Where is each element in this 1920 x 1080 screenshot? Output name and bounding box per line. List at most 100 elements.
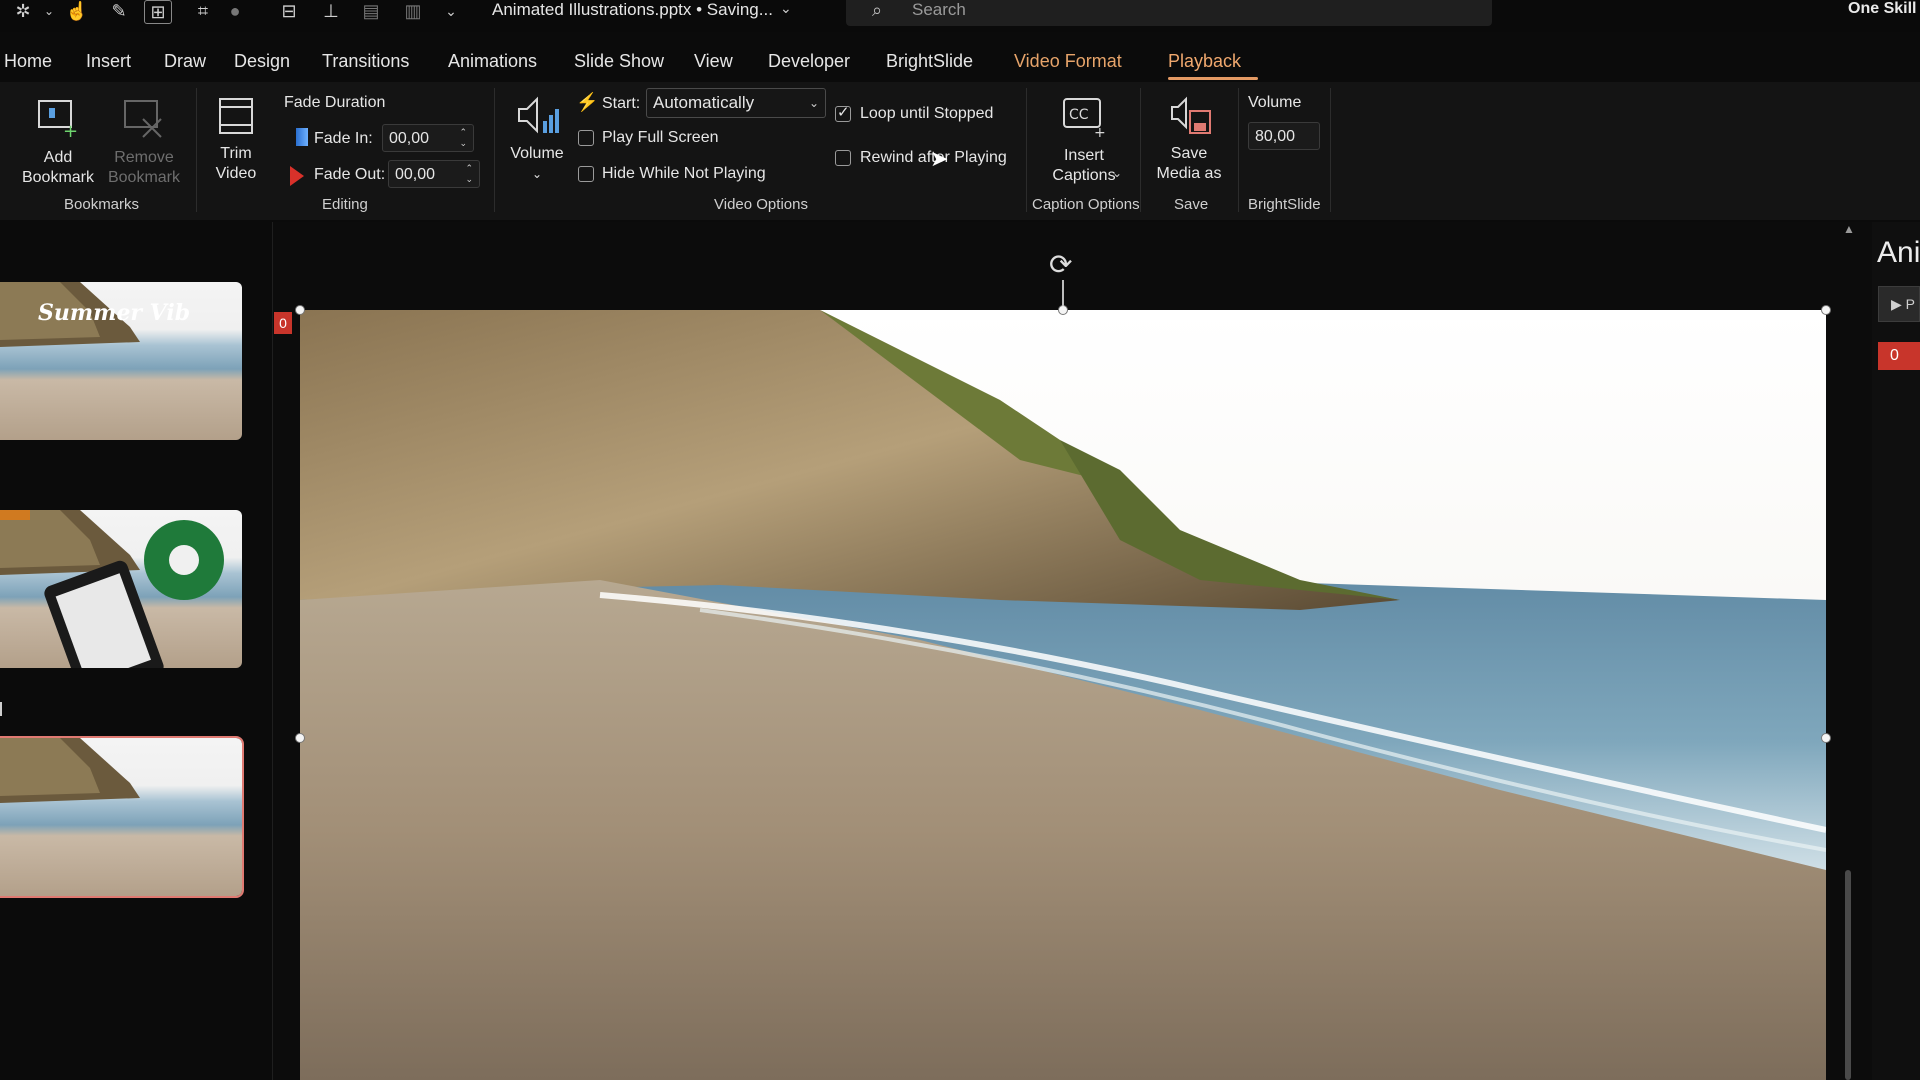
play-icon: ▶ xyxy=(1891,296,1902,312)
chevron-down-icon: ⌄ xyxy=(1112,166,1123,180)
play-full-screen-checkbox[interactable] xyxy=(578,130,594,146)
insert-cursor xyxy=(0,702,2,716)
trim-video-label-1: Trim xyxy=(220,145,252,162)
tab-draw[interactable]: Draw xyxy=(164,44,234,78)
hide-while-not-playing-label: Hide While Not Playing xyxy=(602,165,766,182)
record-icon[interactable]: ● xyxy=(222,0,248,22)
fade-in-icon xyxy=(296,128,308,146)
distribute-icon[interactable]: ⊥ xyxy=(318,0,344,22)
tab-video-format[interactable]: Video Format xyxy=(1014,44,1168,78)
thumbnail-ereader-image xyxy=(0,510,224,668)
save-label-1: Save xyxy=(1170,145,1208,162)
document-title: Animated Illustrations.pptx • Saving... xyxy=(492,0,773,19)
vertical-scrollbar[interactable]: ▲ xyxy=(1841,222,1855,1080)
remove-bookmark-button[interactable]: Remove Bookmark xyxy=(104,96,184,188)
volume-label: Volume xyxy=(510,145,564,162)
search-icon: ⌕ xyxy=(872,0,883,20)
spinner-arrows-icon[interactable]: ⌃ ⌄ xyxy=(459,127,467,149)
save-media-icon xyxy=(1166,92,1212,138)
chevron-down-icon[interactable]: ⌄ xyxy=(36,0,62,22)
trim-video-label-2: Video xyxy=(215,165,257,182)
resize-handle-top[interactable] xyxy=(1058,305,1068,315)
fade-duration-label: Fade Duration xyxy=(284,94,386,111)
svg-text:+: + xyxy=(1094,125,1106,137)
hide-while-not-playing-checkbox[interactable] xyxy=(578,166,594,182)
group-label-brightslide: BrightSlide xyxy=(1248,196,1321,213)
save-label-2: Media as xyxy=(1156,165,1222,182)
animation-pane-title: Ani xyxy=(1877,236,1920,269)
ungroup-icon[interactable]: ▥ xyxy=(400,0,426,22)
play-full-screen-label: Play Full Screen xyxy=(602,129,719,146)
start-dropdown[interactable]: Automatically ⌄ xyxy=(646,88,826,118)
align-icon[interactable]: ⊟ xyxy=(276,0,302,22)
resize-handle-left[interactable] xyxy=(295,733,305,743)
chevron-down-icon[interactable]: ⌄ xyxy=(780,0,792,17)
video-frame[interactable] xyxy=(300,310,1826,1080)
tab-home[interactable]: Home xyxy=(0,44,80,78)
tab-design[interactable]: Design xyxy=(234,44,322,78)
animation-item-tag[interactable]: 0 xyxy=(1878,342,1920,370)
trim-video-button[interactable]: Trim Video xyxy=(206,92,266,184)
scrollbar-thumb[interactable] xyxy=(1845,870,1851,1080)
user-name[interactable]: One Skill xyxy=(1848,0,1916,18)
more-icon[interactable]: ⌄ xyxy=(438,0,464,22)
group-label-video-options: Video Options xyxy=(714,196,808,213)
ribbon: + Add Bookmark Remove Bookmark Bookmarks… xyxy=(0,82,1920,220)
crop-icon[interactable]: ⌗ xyxy=(190,0,216,22)
mouse-cursor-icon: ➤ xyxy=(930,146,949,171)
scroll-up-icon[interactable]: ▲ xyxy=(1843,222,1855,236)
tab-transitions[interactable]: Transitions xyxy=(322,44,448,78)
spinner-arrows-icon[interactable]: ⌃ ⌄ xyxy=(465,163,473,185)
brightslide-volume-value: 80,00 xyxy=(1255,128,1296,145)
animation-tag[interactable]: 0 xyxy=(274,312,292,334)
thumbnail-beach-image xyxy=(0,738,140,803)
beach-video-image xyxy=(300,310,1826,1080)
rewind-after-playing-checkbox[interactable] xyxy=(835,150,851,166)
group-icon[interactable]: ▤ xyxy=(358,0,384,22)
fade-out-field[interactable]: 00,00 ⌃ ⌄ xyxy=(388,160,480,188)
add-bookmark-label-1: Add xyxy=(43,149,73,166)
fade-in-value: 00,00 xyxy=(389,130,430,147)
resize-handle-top-left[interactable] xyxy=(295,305,305,315)
insert-captions-label-1: Insert xyxy=(1063,147,1104,164)
slide-thumbnail-3[interactable] xyxy=(0,736,244,898)
trim-video-icon xyxy=(213,92,259,138)
tab-slide-show[interactable]: Slide Show xyxy=(574,44,694,78)
separator xyxy=(196,88,197,212)
tab-insert[interactable]: Insert xyxy=(80,44,164,78)
separator xyxy=(1026,88,1027,212)
play-label: P xyxy=(1905,296,1916,312)
slide-thumbnail-1[interactable]: Summer Vib xyxy=(0,282,242,440)
rotate-stem xyxy=(1062,280,1064,306)
play-button[interactable]: ▶ P xyxy=(1878,286,1920,322)
fade-in-field[interactable]: 00,00 ⌃ ⌄ xyxy=(382,124,474,152)
draw-icon[interactable]: ✎ xyxy=(106,0,132,22)
tab-developer[interactable]: Developer xyxy=(768,44,886,78)
search-input[interactable]: Search xyxy=(912,0,966,20)
start-label: Start: xyxy=(602,95,641,112)
volume-button[interactable]: Volume ⌄ xyxy=(506,92,568,184)
brightslide-volume-field[interactable]: 80,00 xyxy=(1248,122,1320,150)
loop-until-stopped-checkbox[interactable] xyxy=(835,103,851,122)
tab-brightslide[interactable]: BrightSlide xyxy=(886,44,1014,78)
insert-icon[interactable]: ⊞ xyxy=(144,0,172,24)
rotate-icon[interactable]: ⟳ xyxy=(1049,248,1072,281)
start-icon: ⚡ xyxy=(576,92,599,112)
thumbnail-marker xyxy=(0,510,30,520)
loop-until-stopped-label: Loop until Stopped xyxy=(860,105,994,122)
fade-in-label: Fade In: xyxy=(314,130,373,147)
tab-playback[interactable]: Playback xyxy=(1168,44,1272,80)
tab-animations[interactable]: Animations xyxy=(448,44,574,78)
pin-icon[interactable]: ✲ xyxy=(10,0,36,22)
resize-handle-top-right[interactable] xyxy=(1821,305,1831,315)
group-label-editing: Editing xyxy=(322,196,368,213)
resize-handle-right[interactable] xyxy=(1821,733,1831,743)
tab-view[interactable]: View xyxy=(694,44,768,78)
group-label-save: Save xyxy=(1174,196,1209,213)
slide-thumbnail-2[interactable] xyxy=(0,510,242,668)
svg-text:+: + xyxy=(63,121,78,139)
thumbnail-title: Summer Vib xyxy=(38,300,191,326)
add-bookmark-button[interactable]: + Add Bookmark xyxy=(18,96,98,188)
touch-icon[interactable]: ☝ xyxy=(64,0,90,22)
save-media-as-button[interactable]: Save Media as xyxy=(1148,92,1230,184)
